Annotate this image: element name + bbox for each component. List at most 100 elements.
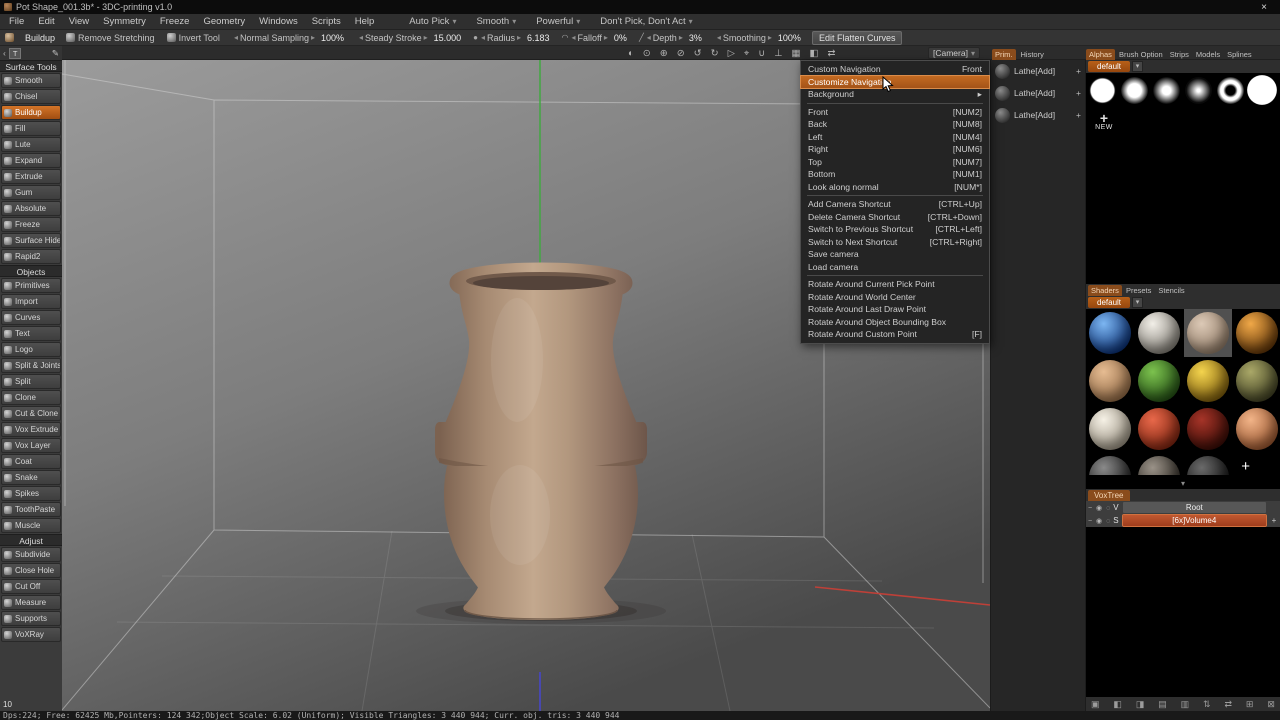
panel-tab[interactable]: Splines — [1224, 49, 1255, 60]
context-menu-item[interactable]: Switch to Next Shortcut [CTRL+Right] — [801, 236, 989, 249]
stepper-right-icon[interactable]: ▸ — [604, 33, 608, 42]
alpha-swatch[interactable] — [1118, 74, 1150, 106]
sidebar-tool-item[interactable]: Logo — [1, 342, 61, 357]
parameter-stepper[interactable]: ● ◂ Radius ▸ 6.183 — [473, 33, 549, 43]
menu-item[interactable]: Freeze — [153, 16, 197, 27]
sidebar-tool-item[interactable]: Split — [1, 374, 61, 389]
stepper-left-icon[interactable]: ◂ — [481, 33, 485, 42]
parameter-value[interactable]: 3% — [689, 33, 702, 43]
voxtree-row[interactable]: − ◉ ◌ V Root — [1086, 501, 1280, 514]
context-menu-item[interactable]: Delete Camera Shortcut [CTRL+Down] — [801, 211, 989, 224]
context-menu-item[interactable]: Save camera — [801, 248, 989, 261]
menu-item[interactable]: Geometry — [196, 16, 252, 27]
parameter-stepper[interactable]: ╱ ◂ Depth ▸ 3% — [639, 33, 702, 43]
context-menu-item[interactable]: Custom Navigation Front — [801, 63, 989, 76]
menu-item[interactable]: Windows — [252, 16, 305, 27]
shader-swatch[interactable] — [1086, 357, 1135, 405]
panel-action-icon[interactable]: ◧ — [1113, 699, 1122, 710]
menu-item[interactable]: View — [62, 16, 96, 27]
menu-item[interactable]: Help — [348, 16, 382, 27]
viewport-icon[interactable]: ⇄ — [827, 48, 835, 59]
context-menu-item[interactable] — [807, 275, 983, 276]
sidebar-tool-item[interactable]: Text — [1, 326, 61, 341]
sidebar-tool-item[interactable]: Buildup — [1, 105, 61, 120]
sidebar-tool-item[interactable]: Vox Extrude — [1, 422, 61, 437]
plus-icon[interactable]: + — [1076, 88, 1081, 98]
new-alpha-button[interactable]: + NEW — [1086, 111, 1122, 131]
viewport-icon[interactable]: ▷ — [728, 48, 735, 59]
sidebar-tool-item[interactable]: Cut Off — [1, 579, 61, 594]
alpha-swatch[interactable] — [1086, 74, 1118, 106]
parameter-stepper[interactable]: ◂ Steady Stroke ▸ 15.000 — [356, 33, 461, 43]
context-menu-item[interactable]: Front [NUM2] — [801, 106, 989, 119]
voxtree-item-label[interactable]: Root — [1122, 502, 1266, 513]
stepper-left-icon[interactable]: ◂ — [234, 33, 238, 42]
context-menu-item[interactable]: Switch to Previous Shortcut [CTRL+Left] — [801, 223, 989, 236]
shader-swatch[interactable] — [1135, 357, 1184, 405]
collapse-icon[interactable]: ‹ — [3, 48, 6, 58]
sidebar-tool-item[interactable]: Vox Layer — [1, 438, 61, 453]
menu-item[interactable]: Symmetry — [96, 16, 153, 27]
context-menu-item[interactable]: Bottom [NUM1] — [801, 168, 989, 181]
viewport-icon[interactable]: ⊕ — [660, 48, 668, 59]
dropdown-arrow-icon[interactable]: ▾ — [1132, 61, 1144, 72]
context-menu-item[interactable]: Rotate Around Custom Point [F] — [801, 328, 989, 341]
viewport-icon[interactable]: ∪ — [758, 48, 765, 59]
sidebar-tool-item[interactable]: Freeze — [1, 217, 61, 232]
sidebar-tool-item[interactable]: Expand — [1, 153, 61, 168]
sidebar-tool-item[interactable]: Rapid2 — [1, 249, 61, 264]
panel-tab[interactable]: Shaders — [1088, 285, 1122, 296]
sidebar-tool-item[interactable]: Snake — [1, 470, 61, 485]
alpha-swatch[interactable] — [1246, 74, 1278, 106]
toolbar-toggle[interactable]: Remove Stretching — [66, 33, 155, 43]
sidebar-tool-item[interactable]: Fill — [1, 121, 61, 136]
menu-item[interactable]: File — [2, 16, 31, 27]
shader-swatch[interactable] — [1184, 405, 1233, 453]
sidebar-tool-item[interactable]: Spikes — [1, 486, 61, 501]
panel-tab[interactable]: Prim. — [992, 49, 1016, 60]
stepper-right-icon[interactable]: ▸ — [311, 33, 315, 42]
mode-dropdown[interactable]: Don't Pick, Don't Act ▾ — [600, 16, 692, 27]
panel-action-icon[interactable]: ⊞ — [1246, 699, 1254, 710]
voxtree-row[interactable]: − ◉ ◌ S [6x]Volume4 + — [1086, 514, 1280, 527]
sidebar-tool-item[interactable]: Measure — [1, 595, 61, 610]
shader-swatch[interactable] — [1086, 405, 1135, 453]
parameter-stepper[interactable]: ◠ ◂ Falloff ▸ 0% — [562, 33, 627, 43]
viewport-icon[interactable]: ⊥ — [774, 48, 782, 59]
plus-icon[interactable]: + — [1270, 516, 1278, 525]
viewport-icon[interactable]: ◐ — [628, 48, 634, 59]
panel-action-icon[interactable]: ◨ — [1136, 699, 1145, 710]
sidebar-tool-item[interactable]: Clone — [1, 390, 61, 405]
context-menu-item[interactable]: Add Camera Shortcut [CTRL+Up] — [801, 198, 989, 211]
mode-dropdown[interactable]: Auto Pick ▾ — [409, 16, 456, 27]
sidebar-tool-item[interactable]: Muscle — [1, 518, 61, 533]
plus-icon[interactable]: + — [1076, 66, 1081, 76]
context-menu-item[interactable]: Rotate Around Current Pick Point — [801, 278, 989, 291]
parameter-value[interactable]: 6.183 — [527, 33, 550, 43]
context-menu-item[interactable] — [807, 102, 983, 104]
sidebar-tool-item[interactable]: Gum — [1, 185, 61, 200]
plus-icon[interactable]: + — [1076, 110, 1081, 120]
visibility-icons[interactable]: − ◉ ◌ — [1088, 504, 1111, 512]
sidebar-tool-item[interactable]: Supports — [1, 611, 61, 626]
panel-action-icon[interactable]: ▤ — [1158, 699, 1167, 710]
panel-action-icon[interactable]: ⊠ — [1267, 699, 1275, 710]
add-shader-button[interactable]: + — [1241, 459, 1250, 474]
scroll-down-icon[interactable]: ▾ — [1181, 480, 1185, 488]
sidebar-tool-item[interactable]: Absolute — [1, 201, 61, 216]
context-menu-item[interactable]: Load camera — [801, 261, 989, 274]
sidebar-tool-item[interactable]: Cut & Clone — [1, 406, 61, 421]
stepper-right-icon[interactable]: ▸ — [679, 33, 683, 42]
context-menu-item[interactable]: Look along normal [NUM*] — [801, 181, 989, 194]
tool-preset-tab[interactable]: T — [8, 47, 22, 59]
shader-swatch[interactable] — [1086, 453, 1135, 475]
panel-tab[interactable]: Alphas — [1086, 49, 1115, 60]
prim-history-item[interactable]: Lathe[Add] + — [991, 60, 1085, 82]
parameter-value[interactable]: 15.000 — [434, 33, 462, 43]
menu-item[interactable]: Edit — [31, 16, 61, 27]
prim-history-item[interactable]: Lathe[Add] + — [991, 104, 1085, 126]
sidebar-tool-item[interactable]: Coat — [1, 454, 61, 469]
alpha-default-dropdown[interactable]: default — [1088, 61, 1131, 72]
dropdown-arrow-icon[interactable]: ▾ — [1132, 297, 1144, 308]
alpha-swatch[interactable] — [1150, 74, 1182, 106]
